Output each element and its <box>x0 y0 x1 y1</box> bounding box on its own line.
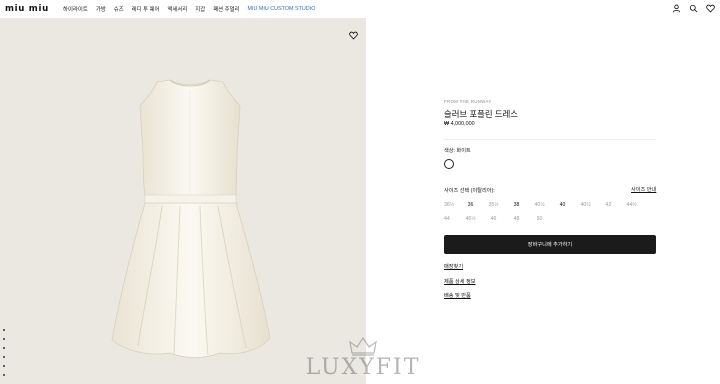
heart-icon[interactable] <box>706 4 715 13</box>
size-option[interactable]: 48 <box>505 216 528 222</box>
user-icon[interactable] <box>672 4 681 13</box>
color-label: 색상: 화이트 <box>444 148 471 154</box>
header-icons <box>672 4 715 13</box>
gallery-dot[interactable] <box>3 374 5 376</box>
size-option[interactable]: 40½ <box>574 202 597 208</box>
size-option[interactable]: 46½ <box>459 216 482 222</box>
size-option[interactable]: 36½ <box>444 202 459 208</box>
shipping-returns-link[interactable]: 배송 및 반품 <box>444 292 476 307</box>
size-label: 사이즈 선택 (이탈리아): <box>444 188 495 194</box>
size-option[interactable]: 40½ <box>528 202 551 208</box>
site-header: miu miu 하이라이트 가방 슈즈 레디 투 웨어 액세서리 지갑 패션 주… <box>0 0 720 18</box>
product-price: ₩ 4,000,000 <box>444 121 475 127</box>
nav-item-accessories[interactable]: 액세서리 <box>167 5 187 13</box>
size-option[interactable]: 38 <box>505 202 528 208</box>
nav-item-bags[interactable]: 가방 <box>96 5 106 13</box>
crown-icon <box>349 336 377 356</box>
size-option[interactable]: 40 <box>551 202 574 208</box>
watermark-text: LUXYFIT <box>305 355 421 380</box>
size-option[interactable]: 44½ <box>620 202 643 208</box>
product-image-gallery[interactable] <box>0 18 366 384</box>
size-row: 36½ 36 35½ 38 40½ 40 40½ 42 44½ <box>444 198 656 212</box>
product-collection-tag: FROM THE RUNWAY <box>444 99 492 104</box>
size-option[interactable]: 46 <box>482 216 505 222</box>
gallery-dot[interactable] <box>3 329 5 331</box>
size-row: 44 46½ 46 48 50 <box>444 212 656 226</box>
nav-item-custom-studio[interactable]: MIU MIU CUSTOM STUDIO <box>248 6 316 12</box>
gallery-dot[interactable] <box>3 338 5 340</box>
brand-logo[interactable]: miu miu <box>5 4 63 14</box>
size-guide-link[interactable]: 사이즈 안내 <box>631 186 656 193</box>
product-details-link[interactable]: 제품 상세 정보 <box>444 278 476 293</box>
watermark: LUXYFIT <box>296 336 430 384</box>
nav-item-wallets[interactable]: 지갑 <box>195 5 205 13</box>
dress-product-image <box>111 79 271 358</box>
size-option[interactable]: 44 <box>444 216 459 222</box>
find-store-link[interactable]: 매장찾기 <box>444 263 476 278</box>
gallery-pagination-dots[interactable] <box>3 329 5 376</box>
product-title: 슬러브 포플린 드레스 <box>444 109 518 119</box>
size-option[interactable]: 35½ <box>482 202 505 208</box>
product-links: 매장찾기 제품 상세 정보 배송 및 반품 <box>444 263 476 307</box>
gallery-dot[interactable] <box>3 356 5 358</box>
size-option[interactable]: 50 <box>528 216 551 222</box>
nav-item-fashion-jewelry[interactable]: 패션 주얼리 <box>213 5 239 13</box>
nav-item-shoes[interactable]: 슈즈 <box>114 5 124 13</box>
wishlist-heart-icon[interactable] <box>349 27 358 45</box>
divider <box>444 139 656 140</box>
color-swatch-white[interactable] <box>444 159 454 169</box>
size-selector: 36½ 36 35½ 38 40½ 40 40½ 42 44½ 44 46½ 4… <box>444 198 656 226</box>
main-nav: 하이라이트 가방 슈즈 레디 투 웨어 액세서리 지갑 패션 주얼리 MIU M… <box>63 5 315 13</box>
gallery-dot[interactable] <box>3 365 5 367</box>
nav-item-highlights[interactable]: 하이라이트 <box>63 5 88 13</box>
nav-item-ready-to-wear[interactable]: 레디 투 웨어 <box>132 5 160 13</box>
add-to-cart-button[interactable]: 장바구니에 추가하기 <box>444 235 656 254</box>
size-option[interactable]: 42 <box>597 202 620 208</box>
search-icon[interactable] <box>689 4 698 13</box>
size-option[interactable]: 36 <box>459 202 482 208</box>
gallery-dot[interactable] <box>3 347 5 349</box>
